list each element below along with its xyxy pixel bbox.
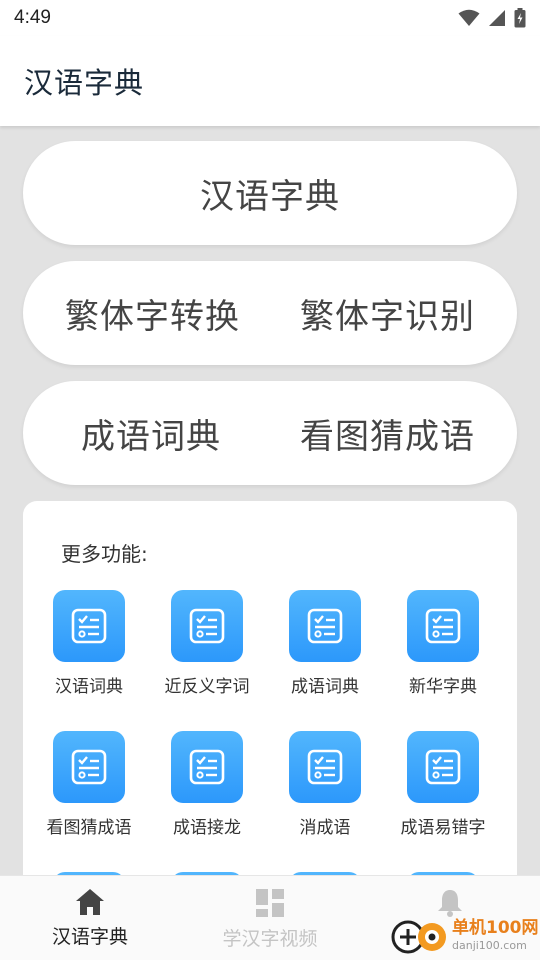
grid-icon [256,889,284,917]
grid-label: 成语易错字 [400,818,486,838]
grid-label: 消成语 [299,818,351,838]
grid-item-idiom-dict[interactable]: 成语词典 [266,590,384,720]
watermark-sub: danji100.com [452,938,527,952]
trad-convert-button[interactable]: 繁体字转换 [65,289,240,338]
grid-item-idiom-typos[interactable]: 成语易错字 [384,731,502,861]
watermark: 单机100网 danji100.com [390,912,540,958]
grid-label: 成语接龙 [173,818,241,838]
status-icons [458,8,526,28]
status-bar: 4:49 [0,0,540,36]
traditional-row: 繁体字转换 繁体字识别 [23,261,517,365]
grid-item-guess-idiom[interactable]: 看图猜成语 [30,731,148,861]
home-icon [76,889,104,915]
nav-item-video[interactable]: 学汉字视频 [180,876,360,960]
watermark-main: 单机100网 [452,917,539,938]
watermark-text: 单机100网 danji100.com [452,917,539,952]
idiom-row: 成语词典 看图猜成语 [23,381,517,485]
checklist-icon [171,590,243,662]
checklist-icon [407,590,479,662]
nav-label: 汉语字典 [51,926,128,948]
grid-item-eliminate-idiom[interactable]: 消成语 [266,731,384,861]
dictionary-button-label: 汉语字典 [200,176,340,217]
grid-item-chinese-words[interactable]: 汉语词典 [30,590,148,720]
grid-label: 近反义字词 [164,677,250,697]
checklist-icon [53,731,125,803]
more-functions-title: 更多功能: [61,542,148,566]
app-bar: 汉语字典 [0,36,540,126]
watermark-logo-icon [391,920,446,954]
signal-icon [489,10,505,26]
checklist-icon [53,590,125,662]
app-title: 汉语字典 [24,66,145,100]
checklist-icon [289,590,361,662]
grid-item-idiom-chain[interactable]: 成语接龙 [148,731,266,861]
battery-icon [514,8,526,28]
nav-item-dictionary[interactable]: 汉语字典 [0,876,180,960]
checklist-icon [289,731,361,803]
grid-label: 新华字典 [409,677,477,697]
wifi-icon [458,9,480,26]
grid-label: 看图猜成语 [46,818,132,838]
dictionary-button[interactable]: 汉语字典 [23,141,517,245]
checklist-icon [407,731,479,803]
checklist-icon [171,731,243,803]
nav-label: 学汉字视频 [222,928,318,950]
trad-recognize-button[interactable]: 繁体字识别 [300,289,475,338]
grid-label: 汉语词典 [55,677,123,697]
status-time: 4:49 [14,7,51,28]
grid-item-synonyms[interactable]: 近反义字词 [148,590,266,720]
grid-item-xinhua[interactable]: 新华字典 [384,590,502,720]
guess-idiom-button[interactable]: 看图猜成语 [300,409,475,458]
grid-label: 成语词典 [291,677,359,697]
idiom-dict-button[interactable]: 成语词典 [81,409,221,458]
